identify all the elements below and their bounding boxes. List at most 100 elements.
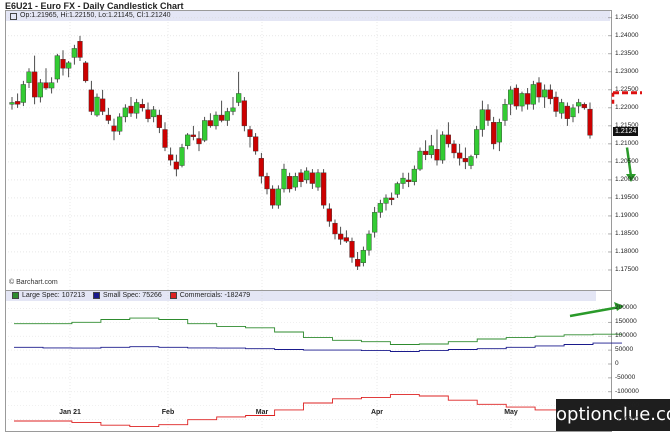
cot-tick-label: 50000 [615,346,634,354]
candle-up [468,156,474,166]
date-tick-label: May [504,409,518,416]
date-tick-label: Mar [255,409,269,416]
cot-tick-label: 100000 [615,332,637,340]
date-tick-label: Jan 21 [59,409,81,416]
cot-tick-label: 0 [615,360,619,367]
candle-down [287,176,293,190]
price-tick-label: 1.18500 [615,229,639,237]
price-tick-label: 1.21500 [615,121,639,129]
candle-down [343,237,349,242]
candle-up [122,107,128,118]
candle-up [37,82,43,98]
candle-down [15,101,21,105]
chart-svg [8,16,642,430]
candle-down [355,258,361,267]
candle-down [349,240,355,258]
price-tick-label: 1.19500 [615,193,639,201]
candle-down [457,152,463,159]
candle-down [190,134,196,137]
candle-down [525,93,531,105]
price-tick-label: 1.24000 [615,31,639,39]
candle-down [168,154,174,161]
candle-up [213,114,219,127]
candle-up [202,120,208,141]
price-tick-label: 1.20000 [615,175,639,183]
candle-down [445,134,451,145]
candle-up [49,82,55,89]
candle-down [513,87,519,107]
price-tick-label: 1.19000 [615,211,639,219]
candle-up [559,102,565,114]
candle-down [547,89,553,100]
candle-down [196,138,202,145]
candle-down [253,136,259,152]
date-tick-label: Feb [161,409,175,416]
price-tick-label: 1.17500 [615,265,639,273]
candle-down [564,105,570,119]
cot-tick-label: -100000 [615,387,639,395]
candle-down [241,100,247,127]
candle-up [185,134,191,146]
price-tick-label: 1.20500 [615,157,639,165]
candle-up [570,107,576,118]
candle-down [462,158,468,163]
candle-down [536,82,542,98]
candle-down [111,125,117,132]
candle-up [366,233,372,251]
candle-up [275,188,281,206]
candle-down [207,120,213,127]
candle-up [292,176,298,188]
candle-down [338,233,344,240]
price-tick-label: 1.23000 [615,67,639,75]
cot-tick-label: -150000 [615,401,639,409]
candle-up [576,102,582,107]
candle-up [94,96,100,116]
price-tick-label: 1.23500 [615,49,639,57]
candle-down [270,188,276,206]
candle-down [581,104,587,109]
candle-down [485,109,491,121]
candle-down [423,150,429,155]
candle-up [496,122,502,143]
candle-up [179,147,185,166]
candle-up [417,150,423,170]
candle-up [383,197,389,204]
candle-down [553,96,559,112]
candle-up [134,102,140,114]
candle-down [173,161,179,170]
cot-tick-label: -200000 [615,415,639,423]
candle-up [315,172,321,188]
candle-down [145,109,151,119]
candle-up [71,48,77,58]
candle-up [400,177,406,184]
price-tick-label: 1.22000 [615,103,639,111]
candle-up [66,62,72,69]
candle-up [474,129,480,155]
candle-down [264,176,270,190]
candle-down [389,197,395,200]
candle-up [372,212,378,233]
cot-tick-label: 150000 [615,318,637,326]
watermark: optionclue.com [556,399,670,431]
candle-down [83,62,89,82]
candle-down [406,179,412,182]
candle-up [530,84,536,105]
candle-up [394,183,400,195]
candle-down [434,149,440,161]
candle-up [281,168,287,190]
candle-down [326,208,332,222]
candle-up [230,107,236,112]
candle-down [128,105,134,114]
candle-down [60,59,66,69]
candle-down [43,82,49,89]
candle-down [219,114,225,121]
candle-down [32,71,38,98]
candle-down [88,89,94,112]
candle-down [247,129,253,137]
series-line-commercials [14,394,622,428]
candle-up [479,109,485,130]
date-tick-label: Apr [370,409,384,416]
candle-up [542,89,548,98]
candle-down [139,104,145,109]
up-arrow-shaft [569,305,621,318]
